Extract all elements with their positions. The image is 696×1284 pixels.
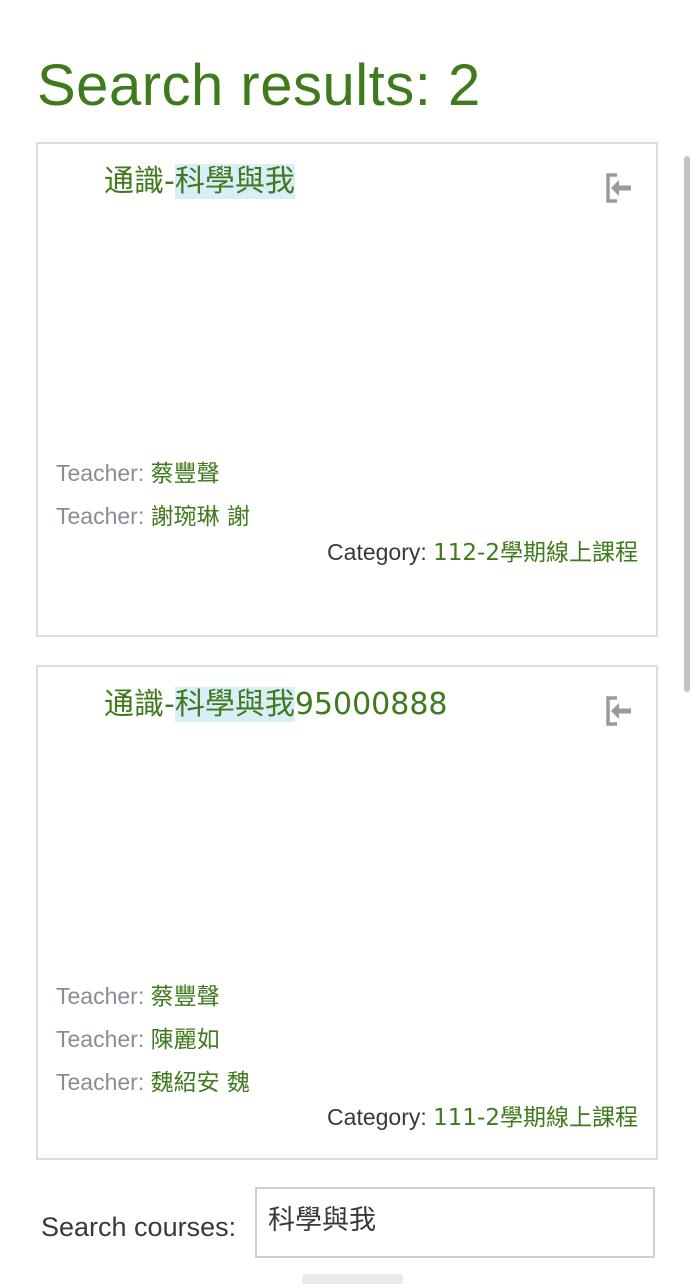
teacher-label: Teacher: <box>56 983 151 1009</box>
category-label: Category: <box>327 1104 434 1130</box>
category-link[interactable]: 111-2學期線上課程 <box>433 1105 638 1131</box>
teacher-row: Teacher: 蔡豐聲 <box>56 975 250 1018</box>
teacher-row: Teacher: 蔡豐聲 <box>56 452 250 495</box>
teacher-label: Teacher: <box>56 1026 151 1052</box>
sign-in-icon[interactable] <box>604 695 636 727</box>
course-category: Category: 111-2學期線上課程 <box>327 1101 638 1134</box>
teacher-row: Teacher: 陳麗如 <box>56 1018 250 1061</box>
category-label: Category: <box>327 539 434 565</box>
course-category: Category: 112-2學期線上課程 <box>327 536 638 569</box>
course-name-prefix: 通識- <box>104 687 175 722</box>
scrollbar[interactable] <box>684 156 690 692</box>
category-link[interactable]: 112-2學期線上課程 <box>433 540 638 566</box>
teacher-link[interactable]: 謝琬琳 謝 <box>151 504 250 530</box>
teacher-label: Teacher: <box>56 1069 151 1095</box>
sign-in-icon[interactable] <box>604 172 636 204</box>
teacher-label: Teacher: <box>56 503 151 529</box>
teacher-row: Teacher: 魏紹安 魏 <box>56 1061 250 1104</box>
course-card: 通識-科學與我 Teacher: 蔡豐聲 Teacher: 謝琬琳 謝 Cate… <box>36 142 658 637</box>
course-name-suffix: 95000888 <box>294 687 448 722</box>
course-name-link[interactable]: 通識-科學與我 <box>104 162 295 202</box>
course-name-prefix: 通識- <box>104 164 175 199</box>
teacher-link[interactable]: 蔡豐聲 <box>151 984 220 1010</box>
page-title: Search results: 2 <box>37 53 481 118</box>
teacher-link[interactable]: 蔡豐聲 <box>151 461 220 487</box>
course-card: 通識-科學與我95000888 Teacher: 蔡豐聲 Teacher: 陳麗… <box>36 665 658 1160</box>
teacher-list: Teacher: 蔡豐聲 Teacher: 陳麗如 Teacher: 魏紹安 魏 <box>56 975 250 1104</box>
course-name-highlight: 科學與我 <box>174 164 295 199</box>
course-name-highlight: 科學與我 <box>174 687 295 722</box>
search-courses-input[interactable]: 科學與我 <box>255 1187 655 1258</box>
course-name-link[interactable]: 通識-科學與我95000888 <box>104 685 448 725</box>
teacher-link[interactable]: 陳麗如 <box>151 1027 220 1053</box>
teacher-row: Teacher: 謝琬琳 謝 <box>56 495 250 538</box>
teacher-list: Teacher: 蔡豐聲 Teacher: 謝琬琳 謝 <box>56 452 250 538</box>
search-go-button[interactable] <box>302 1274 403 1284</box>
search-courses-label: Search courses: <box>41 1212 237 1242</box>
teacher-link[interactable]: 魏紹安 魏 <box>151 1070 250 1096</box>
teacher-label: Teacher: <box>56 460 151 486</box>
